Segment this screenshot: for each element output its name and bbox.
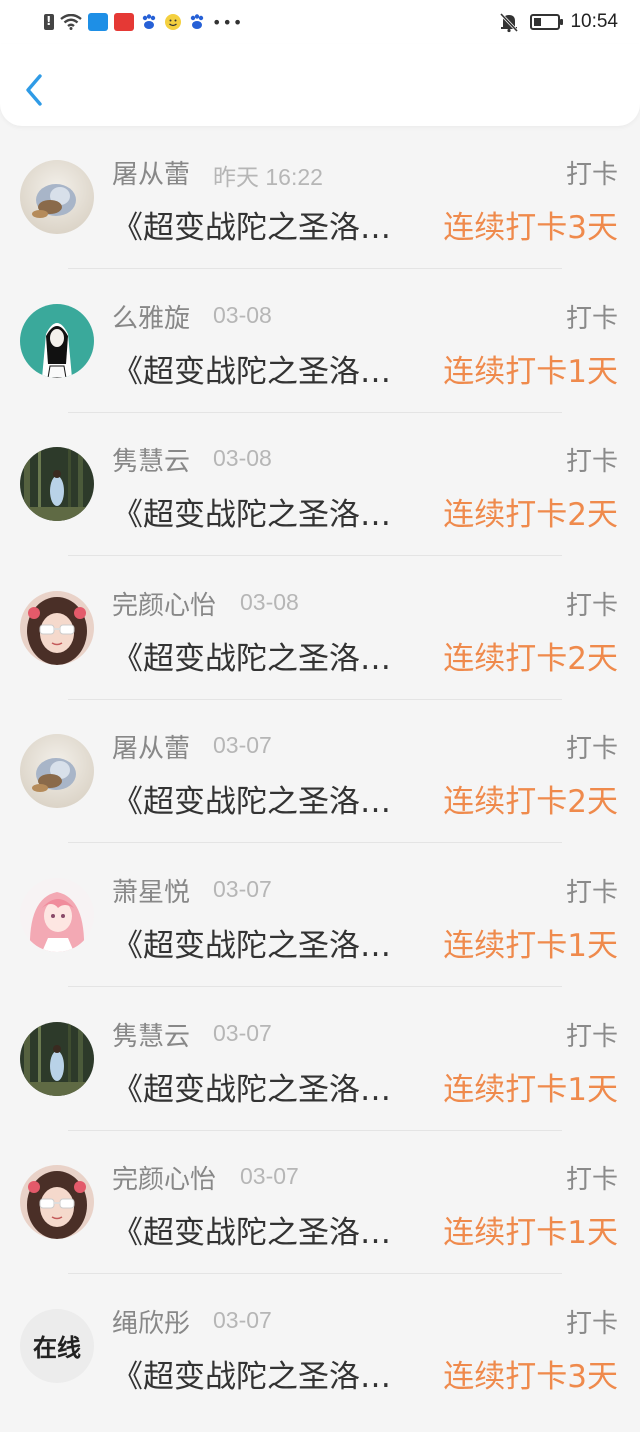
divider [68,842,562,844]
checkin-feed-list: 屠从蕾 昨天 16:22 打卡 《超变战陀之圣洛斯》 连续打卡3天 么雅旋 03-08 打卡《… [0,140,640,1432]
user-name[interactable]: 屠从蕾 [112,154,190,191]
post-time: 03-08 [240,588,299,615]
alert-icon [44,14,54,30]
avatar[interactable] [20,877,94,952]
streak-label: 连续打卡1天 [443,1215,618,1252]
user-name[interactable]: 屠从蕾 [112,728,190,765]
status-icons-right: 10:54 [498,8,618,36]
navigation-bar [0,44,640,126]
book-title-link[interactable]: 《超变战陀之圣洛斯》 [112,346,412,391]
post-time: 03-07 [213,1306,272,1333]
more-dots-icon: ••• [212,12,244,32]
user-name[interactable]: 萧星悦 [112,872,190,909]
user-name[interactable]: 完颜心怡 [112,1159,216,1196]
action-type-label: 打卡 [565,590,618,621]
avatar[interactable] [20,303,94,378]
avatar-label: 在线 [33,1334,81,1363]
app-icon-blue [88,13,108,31]
avatar[interactable] [20,1165,94,1240]
avatar[interactable] [20,590,94,665]
avatar[interactable] [20,447,94,522]
feed-item[interactable]: 隽慧云 03-08 打卡《超变战陀之圣洛斯》 连续打卡2天 [0,427,640,571]
streak-label: 连续打卡1天 [443,927,618,964]
action-type-label: 打卡 [565,1308,618,1339]
feed-item[interactable]: 完颜心怡 03-08 打卡《超变战陀之圣洛斯》 连续打卡2天 [0,571,640,715]
smile-icon [165,14,181,30]
streak-label: 连续打卡3天 [443,1358,618,1395]
streak-label: 连续打卡2天 [443,640,618,677]
battery-icon [530,14,564,30]
book-title-link[interactable]: 《超变战陀之圣洛斯》 [112,1351,412,1396]
divider [68,1273,562,1275]
post-time: 03-07 [213,875,272,902]
book-title-link[interactable]: 《超变战陀之圣洛斯》 [112,633,412,678]
feed-item[interactable]: 隽慧云 03-07 打卡《超变战陀之圣洛斯》 连续打卡1天 [0,1002,640,1146]
streak-label: 连续打卡1天 [443,353,618,390]
action-type-label: 打卡 [565,447,618,478]
feed-item[interactable]: 屠从蕾 03-07 打卡《超变战陀之圣洛斯》 连续打卡2天 [0,714,640,858]
book-title-link[interactable]: 《超变战陀之圣洛斯》 [112,202,412,247]
action-type-label: 打卡 [565,877,618,908]
feed-item[interactable]: 么雅旋 03-08 打卡《超变战陀之圣洛斯》 连续打卡1天 [0,284,640,428]
book-title-link[interactable]: 《超变战陀之圣洛斯》 [112,1064,412,1109]
action-type-label: 打卡 [565,734,618,765]
streak-label: 连续打卡2天 [443,784,618,821]
divider [68,1129,562,1131]
action-type-label: 打卡 [565,303,618,334]
feed-item[interactable]: 完颜心怡 03-07 打卡《超变战陀之圣洛斯》 连续打卡1天 [0,1145,640,1289]
streak-label: 连续打卡1天 [443,1071,618,1108]
avatar[interactable] [20,734,94,809]
back-button[interactable] [18,70,54,110]
post-time: 昨天 16:22 [213,164,323,190]
user-name[interactable]: 隽慧云 [112,1016,190,1053]
user-name[interactable]: 完颜心怡 [112,585,216,622]
baidu-paw-icon [190,14,204,29]
user-name[interactable]: 绳欣彤 [112,1303,190,1340]
bell-off-icon [500,12,519,33]
action-type-label: 打卡 [565,1021,618,1052]
streak-label: 连续打卡2天 [443,497,618,534]
wifi-icon [60,14,82,30]
status-bar: ••• 10:54 [0,0,640,44]
divider [68,555,562,557]
streak-label: 连续打卡3天 [443,210,618,246]
feed-item[interactable]: 萧星悦 03-07 打卡《超变战陀之圣洛斯》 连续打卡1天 [0,858,640,1002]
post-time: 03-07 [213,732,272,759]
book-title-link[interactable]: 《超变战陀之圣洛斯》 [112,920,412,965]
post-time: 03-08 [213,445,272,472]
feed-item[interactable]: 在线 绳欣彤 03-07 打卡《超变战陀之圣洛斯》 连续打卡3天 [0,1289,640,1432]
avatar[interactable] [20,160,94,234]
avatar[interactable]: 在线 [20,1308,94,1383]
status-time: 10:54 [570,11,618,32]
book-title-link[interactable]: 《超变战陀之圣洛斯》 [112,1207,412,1252]
divider [68,985,562,987]
post-time: 03-08 [213,301,272,328]
book-title-link[interactable]: 《超变战陀之圣洛斯》 [112,489,412,534]
divider [68,698,562,700]
app-icon-red [114,13,134,31]
action-type-label: 打卡 [565,1165,618,1196]
user-name[interactable]: 么雅旋 [112,298,190,335]
post-time: 03-07 [240,1163,299,1190]
book-title-link[interactable]: 《超变战陀之圣洛斯》 [112,776,412,821]
avatar[interactable] [20,1021,94,1096]
action-type-label: 打卡 [565,160,618,190]
baidu-paw-icon [142,14,156,29]
status-icons-left: ••• [44,10,243,34]
chevron-left-icon [26,74,42,106]
divider [68,268,562,269]
user-name[interactable]: 隽慧云 [112,441,190,478]
divider [68,411,562,413]
feed-item[interactable]: 屠从蕾 昨天 16:22 打卡《超变战陀之圣洛斯》 连续打卡3天 [0,140,640,284]
post-time: 03-07 [213,1019,272,1046]
